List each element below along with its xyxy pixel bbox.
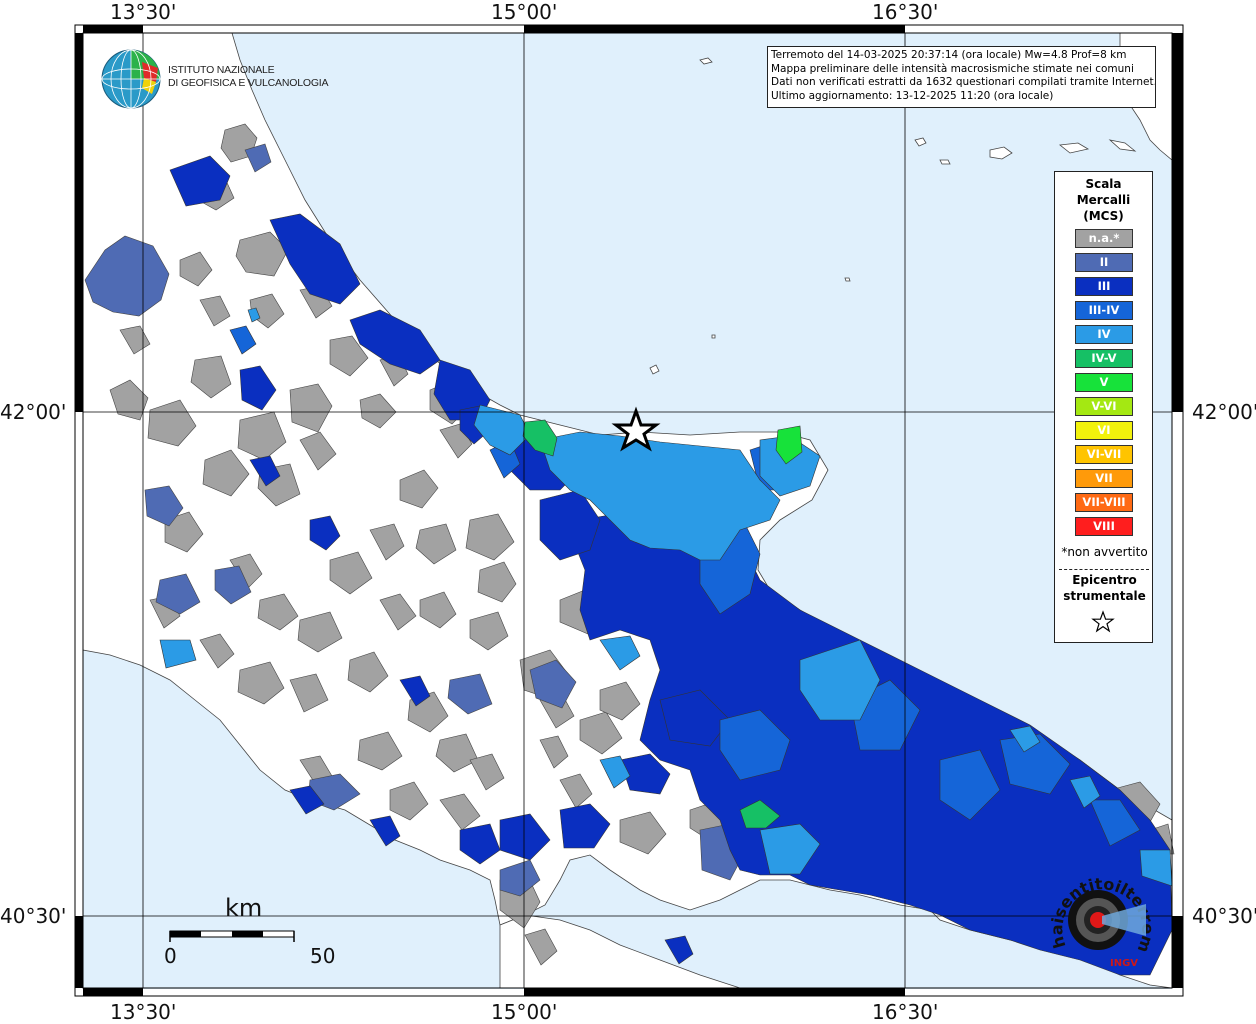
lat-label-left-2: 40°30'	[0, 904, 67, 928]
logo-line-2: DI GEOFISICA E VULCANOLOGIA	[168, 77, 329, 89]
scale-zero: 0	[164, 944, 177, 968]
scale-unit: km	[225, 894, 263, 922]
info-line-1: Terremoto del 14-03-2025 20:37:14 (ora l…	[771, 49, 1127, 61]
lon-label-bottom-1: 13°30'	[110, 1000, 177, 1024]
legend-item: VII	[1075, 469, 1133, 488]
haisentito-logo: haisentitoilterremoto.it INGV	[1031, 841, 1166, 986]
logo-line-1: ISTITUTO NAZIONALE	[168, 64, 275, 76]
legend-title-1: Scala	[1085, 177, 1122, 191]
lon-label-bottom-3: 16°30'	[872, 1000, 939, 1024]
lon-label-top-1: 13°30'	[110, 0, 177, 24]
legend-item: VI-VII	[1075, 445, 1133, 464]
legend-item: VI	[1075, 421, 1133, 440]
legend-epicenter-2: strumentale	[1063, 589, 1146, 603]
lat-label-right-2: 40°30'	[1192, 904, 1256, 928]
lat-label-left-1: 42°00'	[0, 400, 67, 424]
info-line-3: Dati non verificati estratti da 1632 que…	[771, 76, 1156, 89]
mcs-legend: Scala Mercalli (MCS) n.a.* II III III-IV IV I…	[1054, 171, 1153, 643]
legend-item: n.a.*	[1075, 229, 1133, 248]
info-line-4: Ultimo aggiornamento: 13-12-2025 11:20 (…	[771, 89, 1054, 102]
epicenter-star-icon	[1091, 610, 1115, 633]
lon-label-top-3: 16°30'	[872, 0, 939, 24]
scale-max: 50	[310, 944, 336, 968]
legend-item: III-IV	[1075, 301, 1133, 320]
lon-label-bottom-2: 15°00'	[491, 1000, 558, 1024]
legend-note: *non avvertito	[1061, 545, 1148, 559]
legend-item: III	[1075, 277, 1133, 296]
lat-label-right-1: 42°00'	[1192, 400, 1256, 424]
legend-item: II	[1075, 253, 1133, 272]
scale-bar: km 0 50	[160, 892, 350, 972]
legend-item: VIII	[1075, 517, 1133, 536]
legend-item: IV	[1075, 325, 1133, 344]
haisentito-logo-graphic: haisentitoilterremoto.it INGV	[1031, 841, 1158, 969]
legend-title-2: Mercalli	[1076, 193, 1131, 207]
legend-title-3: (MCS)	[1083, 209, 1124, 223]
legend-item: VII-VIII	[1075, 493, 1133, 512]
haisentito-short: INGV	[1110, 958, 1138, 969]
legend-item: V-VI	[1075, 397, 1133, 416]
legend-separator	[1059, 569, 1149, 570]
globe-icon	[101, 49, 161, 109]
info-line-2: Mappa preliminare delle intensità macros…	[771, 62, 1134, 75]
legend-item: IV-V	[1075, 349, 1133, 368]
ingv-logo: ISTITUTO NAZIONALE DI GEOFISICA E VULCAN…	[100, 48, 329, 110]
event-info-box: Terremoto del 14-03-2025 20:37:14 (ora l…	[767, 46, 1156, 108]
legend-item: V	[1075, 373, 1133, 392]
lon-label-top-2: 15°00'	[491, 0, 558, 24]
legend-epicenter-1: Epicentro	[1072, 573, 1137, 587]
